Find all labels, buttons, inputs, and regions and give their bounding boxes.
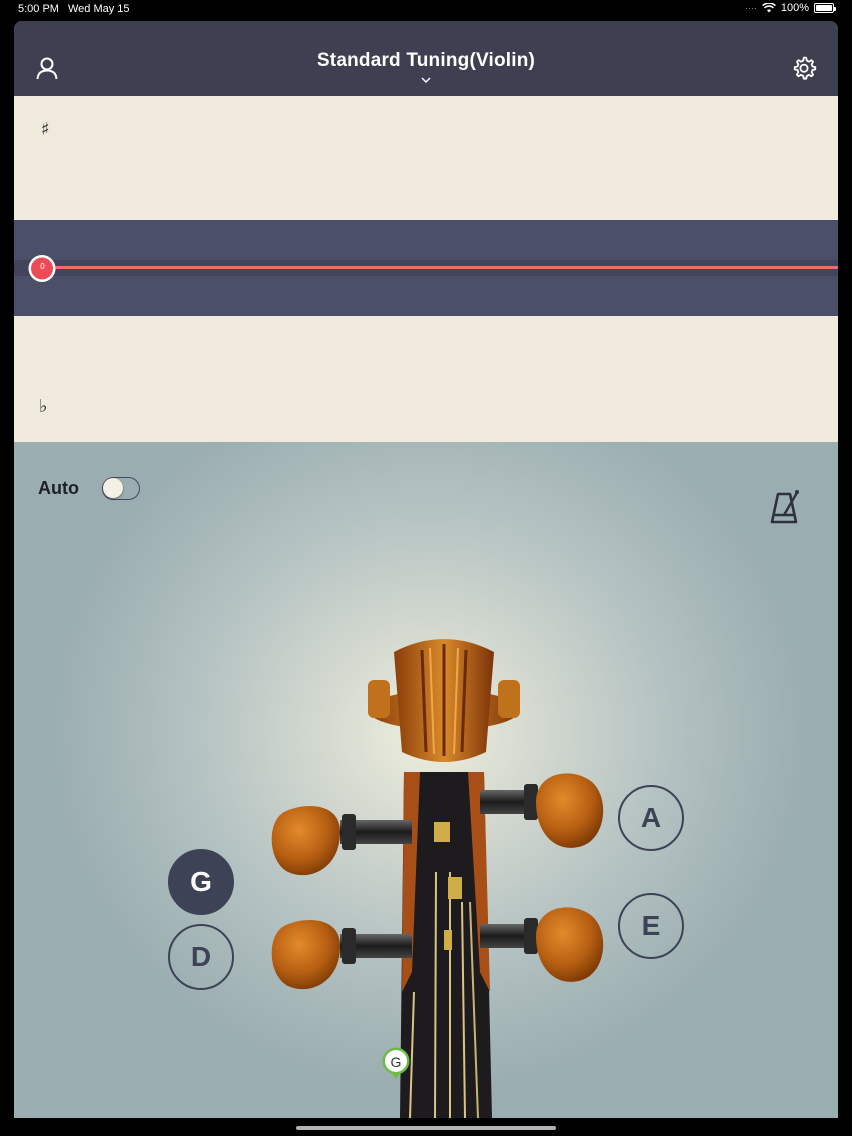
dots-icon: ····	[744, 3, 757, 13]
violin-scroll-image	[271, 639, 604, 1118]
string-pin-label: G	[390, 1054, 402, 1070]
toggle-knob	[103, 478, 123, 498]
battery-percent: 100%	[780, 2, 809, 14]
pitch-line	[34, 266, 838, 269]
auto-toggle[interactable]	[102, 477, 140, 500]
metronome-icon[interactable]	[768, 488, 804, 528]
home-indicator[interactable]	[296, 1126, 556, 1130]
string-button-g[interactable]: G	[168, 849, 234, 915]
status-right: ···· 100%	[744, 2, 836, 14]
flat-symbol: ♭	[39, 396, 48, 417]
sharp-symbol: ♯	[41, 119, 50, 140]
tuner-sheet: Standard Tuning(Violin) ♯ 0 ♭ Auto G D A…	[14, 21, 838, 1118]
gear-icon[interactable]	[791, 55, 817, 81]
battery-icon	[814, 3, 836, 13]
page-title[interactable]: Standard Tuning(Violin)	[14, 50, 838, 72]
header: Standard Tuning(Violin)	[14, 21, 838, 96]
pitch-meter: ♯ 0 ♭	[14, 96, 838, 442]
chevron-down-icon[interactable]	[421, 77, 431, 83]
wifi-icon	[761, 3, 776, 13]
auto-label: Auto	[38, 478, 79, 498]
in-tune-band: 0	[14, 220, 838, 316]
status-date: Wed May 15	[68, 3, 130, 15]
string-button-e[interactable]: E	[618, 893, 684, 959]
status-bar: 5:00 PM Wed May 15 ···· 100%	[0, 0, 852, 20]
string-button-a[interactable]: A	[618, 785, 684, 851]
instrument-stage: Auto G D A E G	[14, 442, 838, 1118]
needle-value: 0	[40, 262, 45, 271]
status-time: 5:00 PM	[18, 3, 59, 15]
string-button-d[interactable]: D	[168, 924, 234, 990]
